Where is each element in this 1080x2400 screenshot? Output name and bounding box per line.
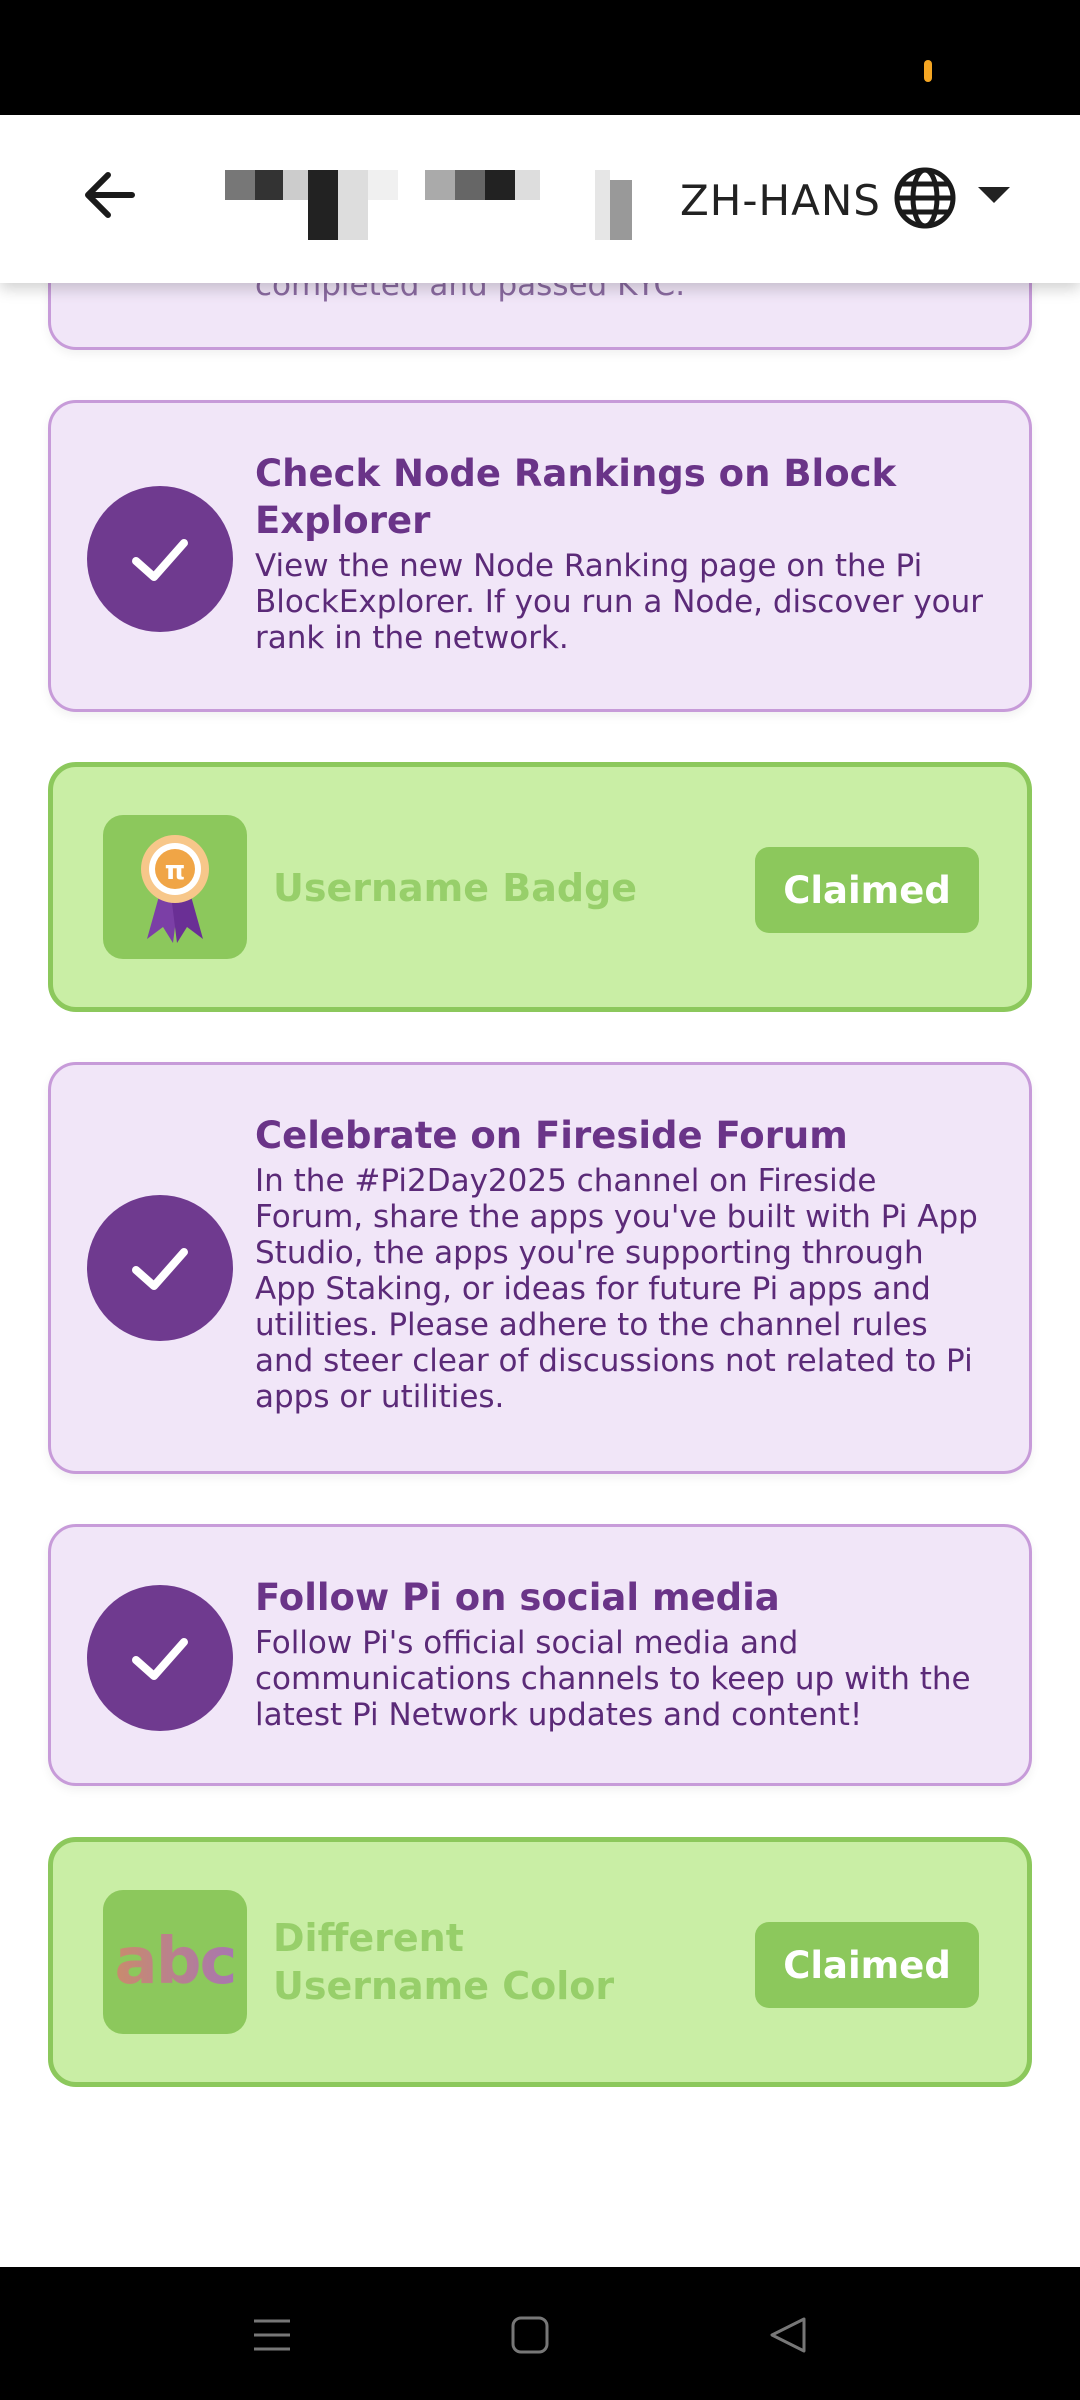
menu-lines-icon <box>254 2319 290 2351</box>
task-title: Celebrate on Fireside Forum <box>255 1114 848 1157</box>
task-description: View the new Node Ranking page on the Pi… <box>255 548 984 656</box>
checkmark-icon <box>132 1638 188 1680</box>
triangle-back-icon <box>770 2317 806 2353</box>
task-card-fireside-forum[interactable]: Celebrate on Fireside Forum In the #Pi2D… <box>48 1062 1032 1474</box>
back-button[interactable] <box>70 155 150 235</box>
task-title: Follow Pi on social media <box>255 1576 780 1619</box>
square-home-icon <box>511 2316 549 2354</box>
task-completed-check <box>87 486 233 632</box>
checkmark-icon <box>132 1248 188 1290</box>
reward-label: Username Badge <box>273 866 638 910</box>
task-card-node-rankings[interactable]: Check Node Rankings on Block Explorer Vi… <box>48 400 1032 712</box>
checkmark-icon <box>132 539 188 581</box>
badge-ribbon-icon: π <box>103 815 247 959</box>
svg-text:π: π <box>165 856 186 886</box>
abc-color-text: abc <box>114 1925 238 1999</box>
menu-nav-button[interactable] <box>237 2305 307 2365</box>
task-completed-check <box>87 1585 233 1731</box>
task-title: Check Node Rankings on Block Explorer <box>255 452 897 542</box>
status-indicator-icon <box>924 60 932 82</box>
claimed-button[interactable]: Claimed <box>755 847 979 933</box>
reward-label: Different Username Color <box>273 1916 615 2008</box>
task-description: In the #Pi2Day2025 channel on Fireside F… <box>255 1163 978 1415</box>
reward-card-username-badge: π Username Badge Claimed <box>48 762 1032 1012</box>
status-bar <box>0 0 1080 115</box>
task-completed-check <box>87 1195 233 1341</box>
task-description: Follow Pi's official social media and co… <box>255 1625 971 1733</box>
claimed-button[interactable]: Claimed <box>755 1922 979 2008</box>
reward-card-username-color: abc Different Username Color Claimed <box>48 1837 1032 2087</box>
app-header: ZH-HANS <box>0 115 1080 283</box>
task-card-social-media[interactable]: Follow Pi on social media Follow Pi's of… <box>48 1524 1032 1786</box>
language-selector-label[interactable]: ZH-HANS <box>680 171 881 231</box>
globe-icon[interactable] <box>892 165 958 231</box>
abc-color-icon: abc <box>103 1890 247 2034</box>
back-nav-button[interactable] <box>753 2305 823 2365</box>
chevron-down-icon[interactable] <box>978 187 1010 203</box>
username-redacted <box>225 170 632 242</box>
arrow-left-icon <box>85 172 135 218</box>
system-navigation-bar <box>0 2267 1080 2400</box>
home-nav-button[interactable] <box>495 2305 565 2365</box>
